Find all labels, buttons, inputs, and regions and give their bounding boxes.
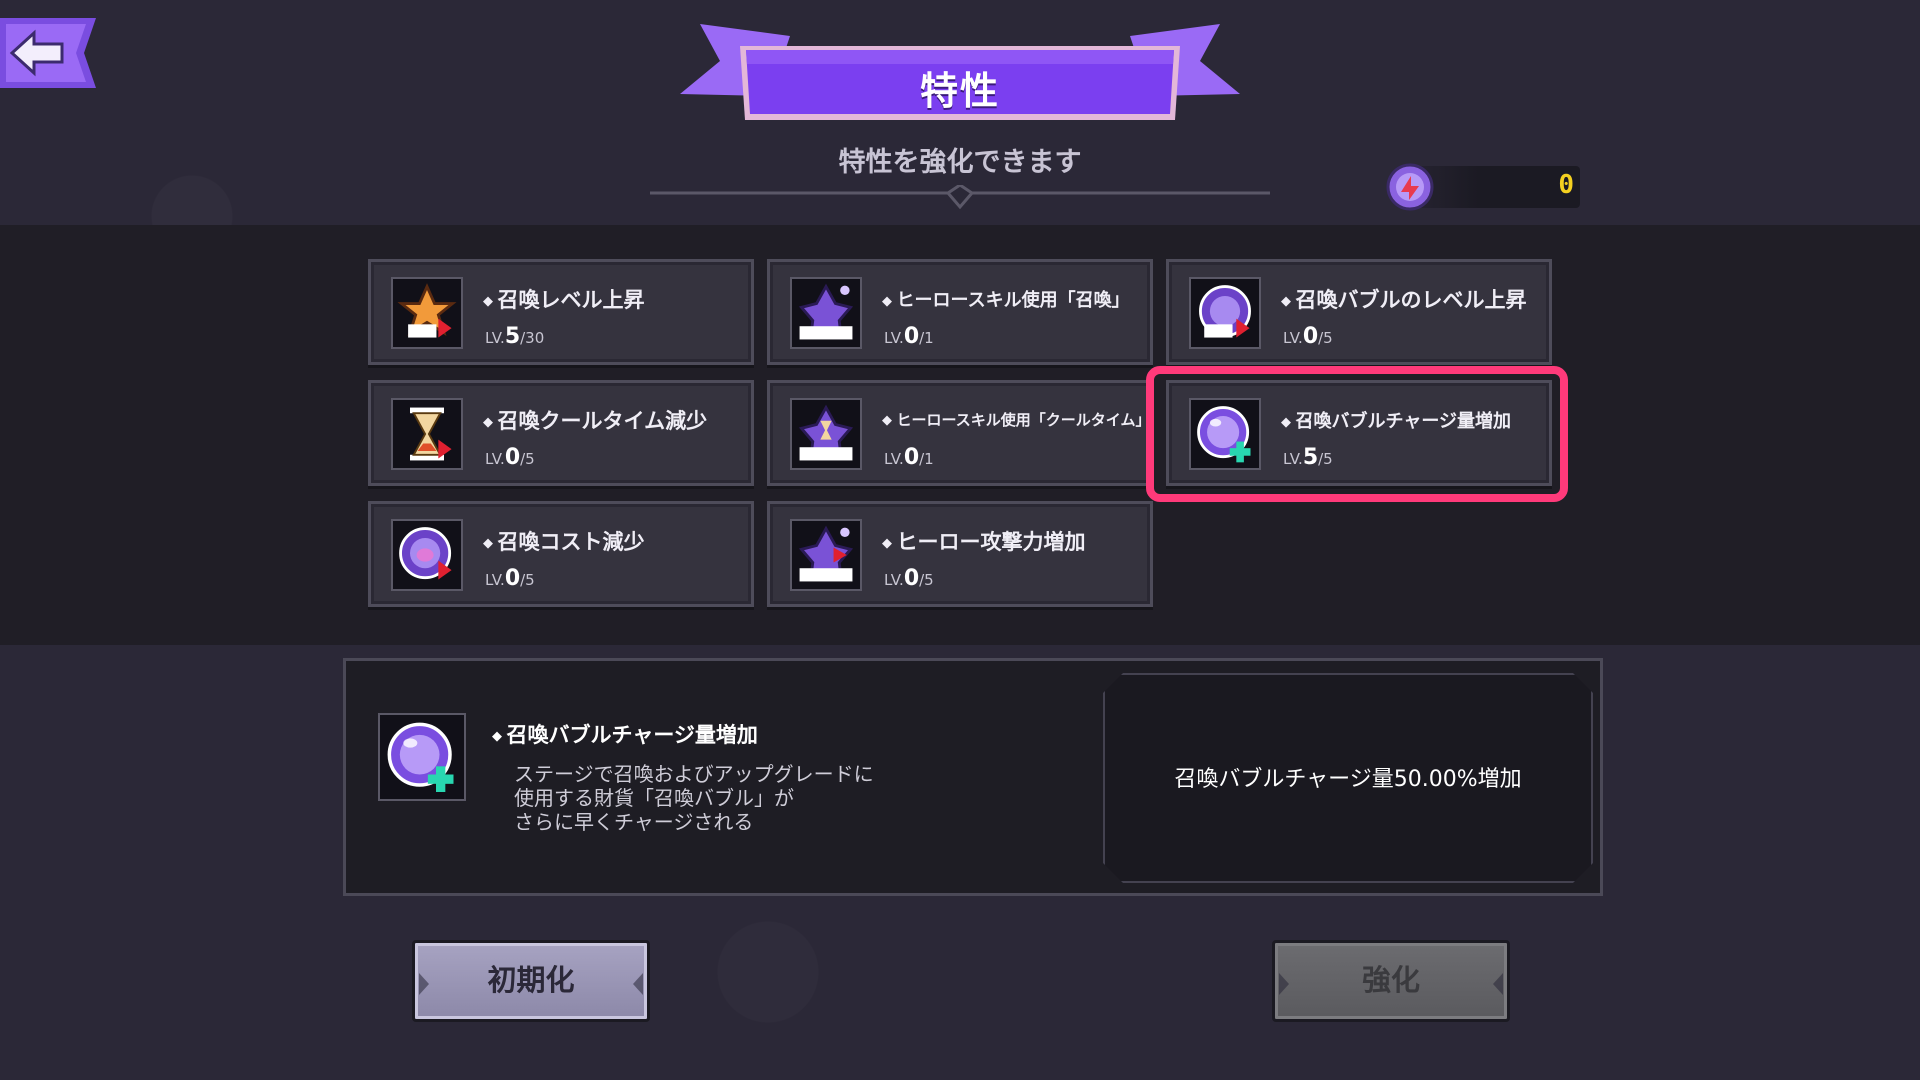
- trait-name: ヒーロー攻撃力増加: [882, 526, 1086, 556]
- trait-level: LV.0/1: [884, 445, 934, 470]
- bubble-cost-down-icon: [391, 519, 463, 591]
- bubble-plus-icon: [378, 713, 466, 801]
- trait-card-summon-cost-down[interactable]: 召喚コスト減少 LV.0/5: [368, 501, 754, 607]
- detail-description: ステージで召喚およびアップグレードに 使用する財貨「召喚バブル」が さらに早くチ…: [514, 762, 874, 834]
- bubble-plus-icon: [1189, 398, 1261, 470]
- orb-currency-icon: [1386, 163, 1434, 211]
- hero-skill-attack-up-icon: [790, 519, 862, 591]
- trait-name: 召喚バブルチャージ量増加: [1281, 407, 1511, 433]
- reset-button[interactable]: 初期化: [412, 940, 650, 1022]
- trait-card-bubble-level-up[interactable]: 召喚バブルのレベル上昇 LV.0/5: [1166, 259, 1552, 365]
- upgrade-button-label: 強化: [1361, 963, 1420, 997]
- trait-level: LV.5/5: [1283, 445, 1333, 470]
- trait-level: LV.0/1: [884, 324, 934, 349]
- page-subtitle: 特性を強化できます: [838, 147, 1082, 178]
- back-button[interactable]: [0, 18, 96, 88]
- trait-level: LV.0/5: [1283, 324, 1333, 349]
- trait-level: LV.5/30: [485, 324, 545, 349]
- trait-name: 召喚レベル上昇: [483, 284, 645, 314]
- trait-name: ヒーロースキル使用「召喚」: [882, 286, 1130, 312]
- effect-text: 召喚バブルチャージ量50.00%増加: [1174, 767, 1522, 792]
- trait-name: 召喚バブルのレベル上昇: [1281, 284, 1527, 314]
- trait-level: LV.0/5: [884, 566, 934, 591]
- page-title: 特性: [919, 69, 1000, 113]
- subtitle-divider: [650, 185, 1270, 210]
- trait-level: LV.0/5: [485, 566, 535, 591]
- hourglass-down-icon: [391, 398, 463, 470]
- back-arrow-icon: [0, 18, 96, 88]
- trait-name: ヒーロースキル使用「クールタイム」: [882, 409, 1151, 430]
- trait-card-summon-level-up[interactable]: 召喚レベル上昇 LV.5/30: [368, 259, 754, 365]
- trait-card-bubble-charge-up[interactable]: 召喚バブルチャージ量増加 LV.5/5: [1166, 380, 1552, 486]
- hero-skill-icon: [790, 277, 862, 349]
- trait-name: 召喚クールタイム減少: [483, 405, 708, 435]
- hero-skill-hourglass-icon: [790, 398, 862, 470]
- trait-card-hero-skill-summon[interactable]: ヒーロースキル使用「召喚」 LV.0/1: [767, 259, 1153, 365]
- title-banner: 特性: [680, 16, 1240, 126]
- trait-level: LV.0/5: [485, 445, 535, 470]
- trait-detail-panel: 召喚バブルチャージ量増加 ステージで召喚およびアップグレードに 使用する財貨「召…: [343, 658, 1603, 896]
- trait-card-summon-cooldown[interactable]: 召喚クールタイム減少 LV.0/5: [368, 380, 754, 486]
- upgrade-button[interactable]: 強化: [1272, 940, 1510, 1022]
- trait-card-hero-attack-up[interactable]: ヒーロー攻撃力増加 LV.0/5: [767, 501, 1153, 607]
- currency-display: 0: [1385, 162, 1580, 212]
- star-lv-up-icon: [391, 277, 463, 349]
- currency-amount: 0: [1558, 170, 1574, 200]
- trait-name: 召喚コスト減少: [483, 526, 645, 556]
- trait-card-hero-skill-cooldown[interactable]: ヒーロースキル使用「クールタイム」 LV.0/1: [767, 380, 1153, 486]
- effect-box: 召喚バブルチャージ量50.00%増加: [1103, 673, 1593, 883]
- bubble-lv-up-icon: [1189, 277, 1261, 349]
- detail-trait-name: 召喚バブルチャージ量増加: [492, 719, 758, 749]
- reset-button-label: 初期化: [487, 963, 575, 997]
